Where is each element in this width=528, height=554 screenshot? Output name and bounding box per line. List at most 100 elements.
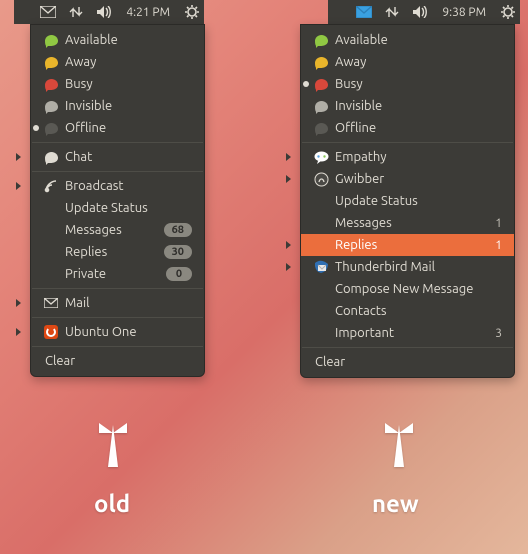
thunderbird-icon xyxy=(313,259,329,275)
status-invisible-icon xyxy=(313,98,329,114)
separator xyxy=(32,171,203,172)
update-status-item[interactable]: Update Status xyxy=(31,197,204,219)
mail-icon[interactable] xyxy=(356,4,372,20)
status-away[interactable]: Away xyxy=(301,51,514,73)
menu-label: Gwibber xyxy=(335,172,502,186)
separator xyxy=(302,142,513,143)
menu-label: Compose New Message xyxy=(335,282,502,296)
count-text: 1 xyxy=(485,239,502,252)
messaging-menu-new: Available Away Busy Invisible Offline Em… xyxy=(300,24,515,378)
status-away-icon xyxy=(313,54,329,70)
replies-item[interactable]: Replies 30 xyxy=(31,241,204,263)
menu-label: Busy xyxy=(335,77,502,91)
clock-old[interactable]: 4:21 PM xyxy=(124,6,172,19)
menu-label: Invisible xyxy=(335,99,502,113)
status-busy[interactable]: Busy xyxy=(301,73,514,95)
separator xyxy=(32,346,203,347)
sound-icon[interactable] xyxy=(96,4,112,20)
menu-label: Update Status xyxy=(65,201,192,215)
count-badge: 0 xyxy=(166,267,192,281)
submenu-indicator-icon xyxy=(286,241,291,249)
status-away[interactable]: Away xyxy=(31,51,204,73)
messages-item[interactable]: Messages 68 xyxy=(31,219,204,241)
chat-item[interactable]: Chat xyxy=(31,146,204,168)
panel-bar-new: 9:38 PM xyxy=(328,0,520,24)
menu-label: Messages xyxy=(335,216,477,230)
chat-icon xyxy=(43,149,59,165)
status-offline[interactable]: Offline xyxy=(31,117,204,139)
submenu-indicator-icon xyxy=(286,153,291,161)
status-busy-icon xyxy=(43,76,59,92)
annotation-arrow-icon xyxy=(108,425,118,467)
ubuntu-one-icon xyxy=(43,324,59,340)
menu-label: Clear xyxy=(45,354,192,368)
status-busy[interactable]: Busy xyxy=(31,73,204,95)
ubuntu-one-item[interactable]: Ubuntu One xyxy=(31,321,204,343)
count-text: 1 xyxy=(485,217,502,230)
annotation-new: new xyxy=(372,490,419,517)
gwibber-item[interactable]: Gwibber xyxy=(301,168,514,190)
messages-item[interactable]: Messages 1 xyxy=(301,212,514,234)
private-item[interactable]: Private 0 xyxy=(31,263,204,285)
compose-item[interactable]: Compose New Message xyxy=(301,278,514,300)
menu-label: Away xyxy=(65,55,192,69)
annotation-arrow-icon xyxy=(394,425,404,467)
menu-label: Important xyxy=(335,326,477,340)
session-icon[interactable] xyxy=(184,4,200,20)
mail-icon[interactable] xyxy=(40,4,56,20)
menu-label: Mail xyxy=(65,296,192,310)
status-offline-icon xyxy=(43,120,59,136)
empathy-item[interactable]: Empathy xyxy=(301,146,514,168)
status-busy-icon xyxy=(313,76,329,92)
submenu-indicator-icon xyxy=(16,328,21,336)
menu-label: Available xyxy=(65,33,192,47)
menu-label: Away xyxy=(335,55,502,69)
status-invisible[interactable]: Invisible xyxy=(31,95,204,117)
clock-new[interactable]: 9:38 PM xyxy=(440,6,488,19)
status-available-icon xyxy=(313,32,329,48)
menu-label: Invisible xyxy=(65,99,192,113)
contacts-item[interactable]: Contacts xyxy=(301,300,514,322)
empathy-icon xyxy=(313,149,329,165)
menu-label: Private xyxy=(65,267,158,281)
status-offline[interactable]: Offline xyxy=(301,117,514,139)
network-icon[interactable] xyxy=(384,4,400,20)
annotation-old: old xyxy=(94,490,130,517)
menu-label: Offline xyxy=(65,121,192,135)
status-offline-icon xyxy=(313,120,329,136)
radio-selected-icon xyxy=(303,81,309,87)
menu-label: Clear xyxy=(315,355,502,369)
broadcast-icon xyxy=(43,178,59,194)
separator xyxy=(32,142,203,143)
update-status-item[interactable]: Update Status xyxy=(301,190,514,212)
mail-item[interactable]: Mail xyxy=(31,292,204,314)
menu-label: Update Status xyxy=(335,194,502,208)
submenu-indicator-icon xyxy=(286,263,291,271)
status-away-icon xyxy=(43,54,59,70)
gwibber-icon xyxy=(313,171,329,187)
status-available[interactable]: Available xyxy=(31,29,204,51)
status-invisible[interactable]: Invisible xyxy=(301,95,514,117)
submenu-indicator-icon xyxy=(16,299,21,307)
radio-selected-icon xyxy=(33,125,39,131)
replies-item[interactable]: Replies 1 xyxy=(301,234,514,256)
status-available[interactable]: Available xyxy=(301,29,514,51)
menu-label: Chat xyxy=(65,150,192,164)
session-icon[interactable] xyxy=(500,4,516,20)
thunderbird-item[interactable]: Thunderbird Mail xyxy=(301,256,514,278)
menu-label: Broadcast xyxy=(65,179,192,193)
network-icon[interactable] xyxy=(68,4,84,20)
menu-label: Contacts xyxy=(335,304,502,318)
separator xyxy=(32,288,203,289)
separator xyxy=(302,347,513,348)
broadcast-item[interactable]: Broadcast xyxy=(31,175,204,197)
sound-icon[interactable] xyxy=(412,4,428,20)
clear-item[interactable]: Clear xyxy=(301,351,514,373)
count-badge: 30 xyxy=(164,245,192,259)
status-available-icon xyxy=(43,32,59,48)
menu-label: Messages xyxy=(65,223,156,237)
mail-icon xyxy=(43,295,59,311)
submenu-indicator-icon xyxy=(286,175,291,183)
important-item[interactable]: Important 3 xyxy=(301,322,514,344)
clear-item[interactable]: Clear xyxy=(31,350,204,372)
